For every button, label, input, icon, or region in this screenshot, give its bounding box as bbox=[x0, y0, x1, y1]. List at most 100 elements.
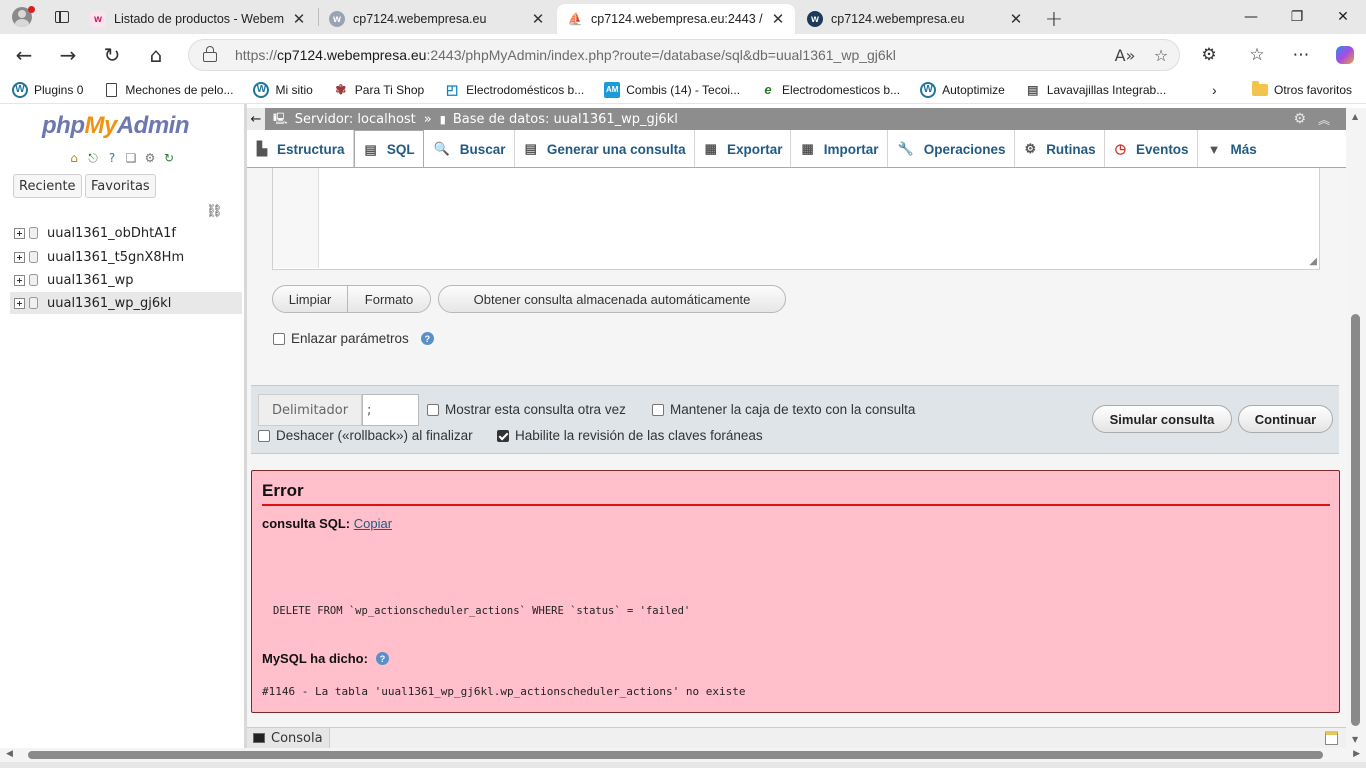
horizontal-scrollbar[interactable]: ◀ ▶ bbox=[0, 748, 1366, 762]
address-bar[interactable]: https://cp7124.webempresa.eu:2443/phpMyA… bbox=[188, 39, 1180, 71]
bookmarks-overflow-button[interactable]: › bbox=[1200, 76, 1225, 104]
favorites-button[interactable]: Favoritas bbox=[85, 174, 156, 198]
other-bookmarks[interactable]: Otros favoritos bbox=[1240, 76, 1360, 104]
format-button[interactable]: Formato bbox=[347, 285, 431, 313]
simulate-query-button[interactable]: Simular consulta bbox=[1092, 405, 1232, 433]
browser-tab-listado[interactable]: w Listado de productos - Webempr ✕ bbox=[80, 4, 316, 34]
tab-actions-button[interactable] bbox=[44, 0, 80, 34]
notes-icon[interactable] bbox=[1325, 731, 1338, 745]
console-toggle[interactable]: Consola bbox=[247, 727, 330, 749]
horizontal-scroll-thumb[interactable] bbox=[28, 751, 1323, 759]
rollback-label[interactable]: Deshacer («rollback») al finalizar bbox=[276, 428, 473, 443]
breadcrumb-server[interactable]: Servidor: localhost bbox=[295, 112, 416, 127]
foreign-keys-checkbox[interactable] bbox=[497, 429, 509, 442]
profile-button[interactable] bbox=[0, 0, 44, 34]
reload-button[interactable]: ↻ bbox=[92, 38, 132, 72]
expand-icon[interactable] bbox=[14, 251, 25, 263]
browser-tab-phpmyadmin[interactable]: ⛵ cp7124.webempresa.eu:2443 / loc ✕ bbox=[557, 4, 795, 34]
copy-link[interactable]: Copiar bbox=[354, 516, 392, 531]
bind-parameters-checkbox[interactable] bbox=[273, 332, 285, 345]
rollback-checkbox[interactable] bbox=[258, 429, 270, 442]
expand-icon[interactable] bbox=[14, 297, 25, 309]
vertical-scroll-thumb[interactable] bbox=[1351, 314, 1360, 726]
tab-generar-consulta[interactable]: ▤ Generar una consulta bbox=[515, 130, 695, 167]
logout-icon[interactable]: ⎋ bbox=[85, 150, 101, 166]
keep-textbox-checkbox[interactable] bbox=[652, 403, 664, 416]
bookmark-plugins[interactable]: W Plugins 0 bbox=[0, 76, 91, 104]
bookmark-mechones[interactable]: Mechones de pelo... bbox=[91, 76, 241, 104]
bind-parameters-label[interactable]: Enlazar parámetros bbox=[291, 331, 409, 346]
read-aloud-icon[interactable]: A» bbox=[1107, 46, 1143, 65]
db-item[interactable]: uual1361_wp bbox=[10, 269, 242, 291]
minimize-button[interactable]: — bbox=[1228, 0, 1274, 34]
browser-tab-cp7124-2[interactable]: w cp7124.webempresa.eu ✕ bbox=[797, 4, 1033, 34]
close-icon[interactable]: ✕ bbox=[529, 10, 547, 28]
scroll-right-icon[interactable]: ▶ bbox=[1353, 749, 1360, 759]
show-query-again-label[interactable]: Mostrar esta consulta otra vez bbox=[445, 402, 626, 417]
close-icon[interactable]: ✕ bbox=[769, 10, 787, 28]
home-button[interactable]: ⌂ bbox=[136, 38, 176, 72]
lock-icon[interactable] bbox=[203, 46, 217, 62]
keep-textbox-label[interactable]: Mantener la caja de texto con la consult… bbox=[670, 402, 915, 417]
help-icon[interactable]: ? bbox=[104, 150, 120, 166]
db-item-selected[interactable]: uual1361_wp_gj6kl bbox=[10, 292, 242, 314]
tab-sql[interactable]: ▤ SQL bbox=[353, 130, 424, 167]
close-window-button[interactable]: ✕ bbox=[1320, 0, 1366, 34]
browser-tab-cp7124[interactable]: w cp7124.webempresa.eu ✕ bbox=[319, 4, 555, 34]
collapse-icon[interactable]: ︽ bbox=[1318, 111, 1330, 128]
gear-icon[interactable]: ⚙ bbox=[1293, 111, 1306, 127]
bookmark-autoptimize[interactable]: W Autoptimize bbox=[908, 76, 1013, 104]
tab-estructura[interactable]: ▙ Estructura bbox=[247, 130, 354, 167]
documents-icon[interactable]: ❏ bbox=[123, 150, 139, 166]
restore-button[interactable]: ❐ bbox=[1274, 0, 1320, 34]
expand-icon[interactable] bbox=[14, 274, 25, 286]
scroll-up-icon[interactable]: ▲ bbox=[1352, 112, 1358, 121]
show-query-again-checkbox[interactable] bbox=[427, 403, 439, 416]
tab-buscar[interactable]: 🔍 Buscar bbox=[424, 130, 515, 167]
delimiter-input[interactable]: ; bbox=[362, 394, 419, 426]
go-button[interactable]: Continuar bbox=[1238, 405, 1333, 433]
clear-button[interactable]: Limpiar bbox=[272, 285, 348, 313]
more-options-icon[interactable]: ⋯ bbox=[1284, 38, 1318, 72]
url-text[interactable]: https://cp7124.webempresa.eu:2443/phpMyA… bbox=[235, 47, 1107, 63]
phpmyadmin-logo[interactable]: phpMyAdmin bbox=[42, 112, 190, 140]
tab-importar[interactable]: ▦ Importar bbox=[791, 130, 888, 167]
back-button[interactable]: ← bbox=[4, 38, 44, 72]
collapse-nav-icon[interactable]: ← bbox=[247, 108, 265, 130]
bookmark-electrodomesticos[interactable]: ◰ Electrodomésticos b... bbox=[432, 76, 592, 104]
bookmark-lavavajillas[interactable]: ▤ Lavavajillas Integrab... bbox=[1013, 76, 1174, 104]
bookmark-mi-sitio[interactable]: W Mi sitio bbox=[241, 76, 320, 104]
close-icon[interactable]: ✕ bbox=[1007, 10, 1025, 28]
extensions-icon[interactable]: ⚙ bbox=[1192, 38, 1226, 72]
close-icon[interactable]: ✕ bbox=[290, 10, 308, 28]
tab-exportar[interactable]: ▦ Exportar bbox=[695, 130, 792, 167]
sql-query-textarea[interactable]: ◢ bbox=[272, 168, 1320, 270]
help-icon[interactable]: ? bbox=[420, 332, 434, 345]
vertical-scrollbar[interactable]: ▲ ▼ bbox=[1346, 108, 1366, 748]
copilot-icon[interactable] bbox=[1328, 38, 1362, 72]
help-icon[interactable]: ? bbox=[375, 652, 389, 665]
forward-button[interactable]: → bbox=[48, 38, 88, 72]
foreign-keys-label[interactable]: Habilite la revisión de las claves forán… bbox=[515, 428, 763, 443]
resize-handle-icon[interactable]: ◢ bbox=[1309, 256, 1317, 267]
get-auto-saved-query-button[interactable]: Obtener consulta almacenada automáticame… bbox=[438, 285, 786, 313]
link-icon[interactable]: ⛓ bbox=[206, 204, 223, 219]
new-tab-button[interactable]: + bbox=[1035, 4, 1073, 34]
tab-operaciones[interactable]: 🔧 Operaciones bbox=[888, 130, 1015, 167]
recent-button[interactable]: Reciente bbox=[13, 174, 82, 198]
bookmark-combis[interactable]: AM Combis (14) - Tecoi... bbox=[592, 76, 748, 104]
tab-mas[interactable]: ▼ Más bbox=[1198, 130, 1265, 167]
star-icon[interactable]: ☆ bbox=[1143, 46, 1179, 65]
bookmark-electrodomesticos-2[interactable]: e Electrodomesticos b... bbox=[748, 76, 908, 104]
gear-icon[interactable]: ⚙ bbox=[142, 150, 158, 166]
expand-icon[interactable] bbox=[14, 227, 25, 239]
refresh-icon[interactable]: ↻ bbox=[161, 150, 177, 166]
bookmark-para-ti-shop[interactable]: ✾ Para Ti Shop bbox=[321, 76, 432, 104]
breadcrumb-database[interactable]: Base de datos: uual1361_wp_gj6kl bbox=[453, 112, 678, 127]
tab-eventos[interactable]: ◷ Eventos bbox=[1105, 130, 1198, 167]
db-item[interactable]: uual1361_t5gnX8Hm bbox=[10, 246, 242, 268]
db-item[interactable]: uual1361_obDhtA1f bbox=[10, 222, 242, 244]
favorites-icon[interactable]: ☆ bbox=[1240, 38, 1274, 72]
tab-rutinas[interactable]: ⚙ Rutinas bbox=[1015, 130, 1105, 167]
scroll-down-icon[interactable]: ▼ bbox=[1352, 735, 1358, 744]
